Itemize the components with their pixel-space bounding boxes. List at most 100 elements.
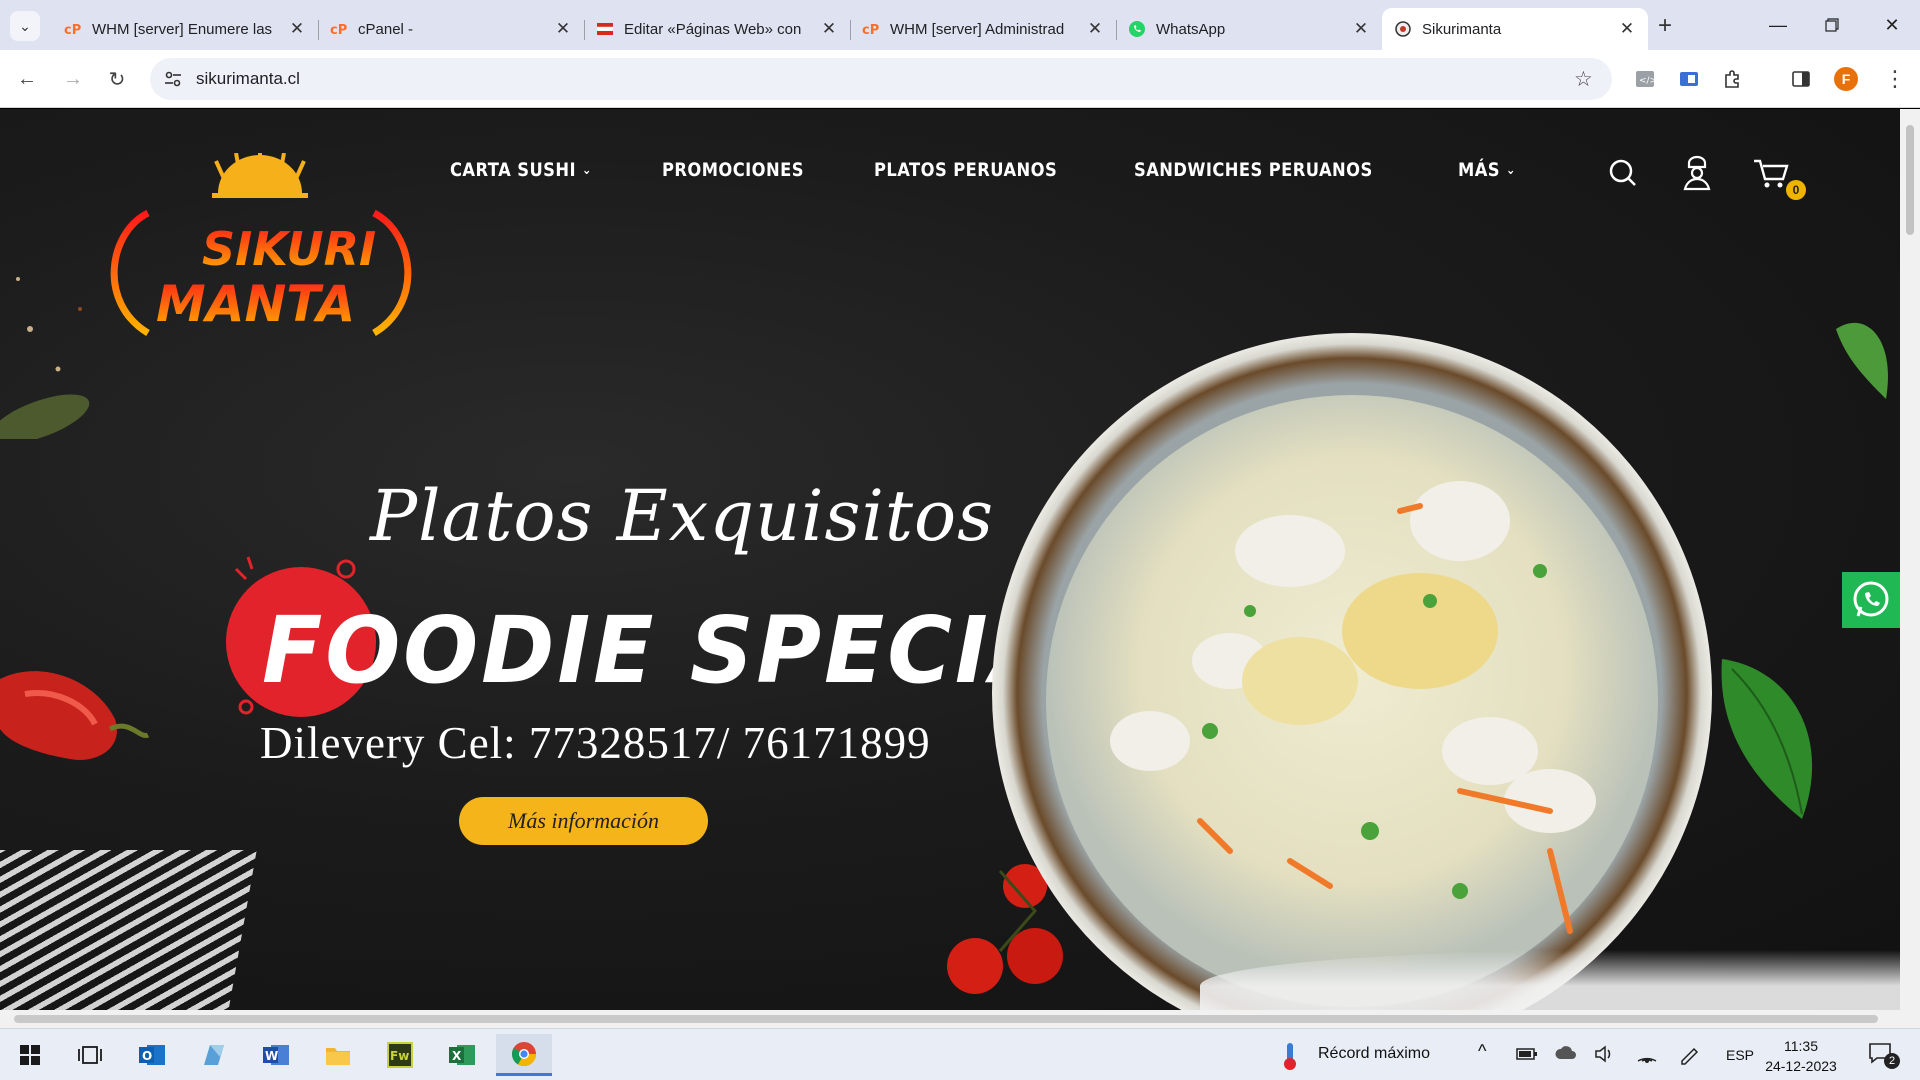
notification-count-badge: 2: [1884, 1053, 1900, 1069]
close-icon[interactable]: ✕: [552, 18, 574, 40]
battery-icon[interactable]: [1516, 1047, 1538, 1061]
cpanel-icon: cP: [64, 20, 82, 38]
taskbar-file-explorer[interactable]: [314, 1034, 362, 1076]
sikurimanta-logo[interactable]: SIKURI MANTA: [108, 153, 414, 341]
new-tab-button[interactable]: +: [1652, 12, 1678, 39]
wifi-icon[interactable]: [1636, 1043, 1658, 1063]
horizontal-scroll-thumb[interactable]: [14, 1015, 1878, 1023]
nav-label: PROMOCIONES: [661, 159, 804, 181]
tab-whm-administrad[interactable]: cP WHM [server] Administrad ✕: [850, 8, 1116, 50]
nav-item-platos-peruanos[interactable]: PLATOS PERUANOS: [874, 159, 1057, 181]
back-button[interactable]: ←: [12, 64, 42, 94]
whatsapp-float-button[interactable]: [1842, 572, 1900, 628]
tab-editar-paginas[interactable]: Editar «Páginas Web» con ✕: [584, 8, 850, 50]
address-bar[interactable]: sikurimanta.cl ☆: [150, 58, 1612, 100]
taskbar-excel[interactable]: X: [438, 1034, 486, 1076]
close-window-button[interactable]: ✕: [1872, 8, 1912, 42]
nav-label: MÁS: [1458, 159, 1501, 181]
svg-text:O: O: [142, 1049, 152, 1063]
herb-leaf-image: [1836, 322, 1888, 399]
close-icon[interactable]: ✕: [286, 18, 308, 40]
soup-bowl-image: [992, 333, 1712, 1010]
browser-menu-button[interactable]: ⋮: [1880, 64, 1910, 94]
start-button[interactable]: [6, 1034, 54, 1076]
speaker-icon[interactable]: [1594, 1045, 1616, 1063]
vertical-scroll-thumb[interactable]: [1906, 125, 1914, 235]
restore-button[interactable]: [1812, 8, 1852, 42]
tab-whatsapp[interactable]: WhatsApp ✕: [1116, 8, 1382, 50]
nav-label: PLATOS PERUANOS: [873, 159, 1058, 181]
svg-text:cP: cP: [64, 23, 81, 38]
tab-title: Sikurimanta: [1422, 20, 1502, 38]
vertical-scrollbar[interactable]: [1900, 109, 1920, 1010]
close-icon[interactable]: ✕: [1616, 18, 1638, 40]
kebab-menu-icon: ⋮: [1884, 66, 1906, 91]
browser-tab-bar: ⌄ cP WHM [server] Enumere las ✕ cP cPane…: [0, 0, 1920, 50]
windows-logo-icon: [20, 1045, 40, 1065]
extension-button-translate[interactable]: [1674, 64, 1704, 94]
basil-leaf-image: [1721, 659, 1813, 819]
extension-icon: [1680, 72, 1698, 86]
close-icon[interactable]: ✕: [818, 18, 840, 40]
horizontal-scrollbar[interactable]: [0, 1010, 1920, 1028]
task-view-icon: [78, 1046, 102, 1064]
minimize-button[interactable]: —: [1758, 8, 1798, 42]
close-icon[interactable]: ✕: [1350, 18, 1372, 40]
chef-account-icon[interactable]: [1674, 149, 1720, 195]
url-text: sikurimanta.cl: [196, 69, 300, 88]
taskbar-fireworks[interactable]: Fw: [376, 1034, 424, 1076]
chevron-up-icon[interactable]: ^: [1478, 1041, 1486, 1062]
tab-title: cPanel -: [358, 20, 414, 38]
taskbar-clock[interactable]: 11:35 24-12-2023: [1758, 1036, 1844, 1076]
extension-button-devtools[interactable]: </>: [1630, 64, 1660, 94]
forward-button[interactable]: →: [58, 64, 88, 94]
sun-icon: [212, 153, 308, 198]
spice-decoration-image: [0, 277, 90, 439]
tab-title: WhatsApp: [1156, 20, 1226, 38]
extensions-button[interactable]: [1718, 64, 1748, 94]
task-view-button[interactable]: [66, 1034, 114, 1076]
cloud-icon[interactable]: [1554, 1045, 1578, 1061]
nav-item-promociones[interactable]: PROMOCIONES: [662, 159, 804, 181]
taskbar-outlook[interactable]: O: [128, 1034, 176, 1076]
svg-text:cP: cP: [862, 23, 879, 38]
hero-delivery-phone: Dilevery Cel: 77328517/ 76171899: [260, 718, 931, 768]
cpanel-icon: cP: [862, 20, 880, 38]
hero-script-title: Platos Exquisitos: [370, 475, 995, 557]
nav-item-carta-sushi[interactable]: CARTA SUSHI ⌄: [450, 159, 592, 181]
svg-text:W: W: [265, 1049, 278, 1063]
pen-icon[interactable]: [1678, 1043, 1700, 1065]
taskbar-app-blue[interactable]: [190, 1034, 238, 1076]
search-icon[interactable]: [1600, 149, 1646, 195]
mas-informacion-button[interactable]: Más información: [459, 797, 708, 845]
chevron-down-icon: ⌄: [582, 162, 592, 178]
close-icon[interactable]: ✕: [1084, 18, 1106, 40]
reload-button[interactable]: ↻: [102, 64, 132, 94]
tab-whm-enumere[interactable]: cP WHM [server] Enumere las ✕: [52, 8, 318, 50]
nav-label: SANDWICHES PERUANOS: [1133, 159, 1373, 181]
taskbar-chrome[interactable]: [496, 1034, 552, 1076]
nav-item-sandwiches-peruanos[interactable]: SANDWICHES PERUANOS: [1134, 159, 1373, 181]
bookmark-star-icon[interactable]: ☆: [1574, 67, 1598, 91]
tab-title: WHM [server] Administrad: [890, 20, 1065, 38]
side-panel-button[interactable]: [1786, 64, 1816, 94]
site-icon: [1394, 20, 1412, 38]
tab-search-button[interactable]: ⌄: [10, 11, 40, 41]
chevron-down-icon: ⌄: [1506, 162, 1517, 178]
nav-item-mas[interactable]: MÁS ⌄: [1458, 159, 1516, 181]
taskbar-word[interactable]: W: [252, 1034, 300, 1076]
profile-avatar[interactable]: F: [1834, 67, 1858, 91]
reload-icon: ↻: [108, 68, 126, 91]
windows-taskbar: O W Fw X Récord máximo ^ ESP 11:35 24-12…: [0, 1028, 1920, 1080]
tab-cpanel[interactable]: cP cPanel - ✕: [318, 8, 584, 50]
side-panel-icon: [1792, 71, 1810, 87]
tab-sikurimanta[interactable]: Sikurimanta ✕: [1382, 8, 1648, 50]
weather-text[interactable]: Récord máximo: [1318, 1045, 1430, 1063]
red-pepper-image: [0, 671, 150, 760]
language-indicator[interactable]: ESP: [1726, 1047, 1754, 1063]
clock-time: 11:35: [1784, 1038, 1818, 1054]
site-settings-icon[interactable]: [162, 68, 184, 90]
notifications-button[interactable]: 2: [1864, 1039, 1904, 1071]
word-icon: W: [263, 1045, 289, 1065]
nav-label: CARTA SUSHI: [450, 159, 576, 181]
